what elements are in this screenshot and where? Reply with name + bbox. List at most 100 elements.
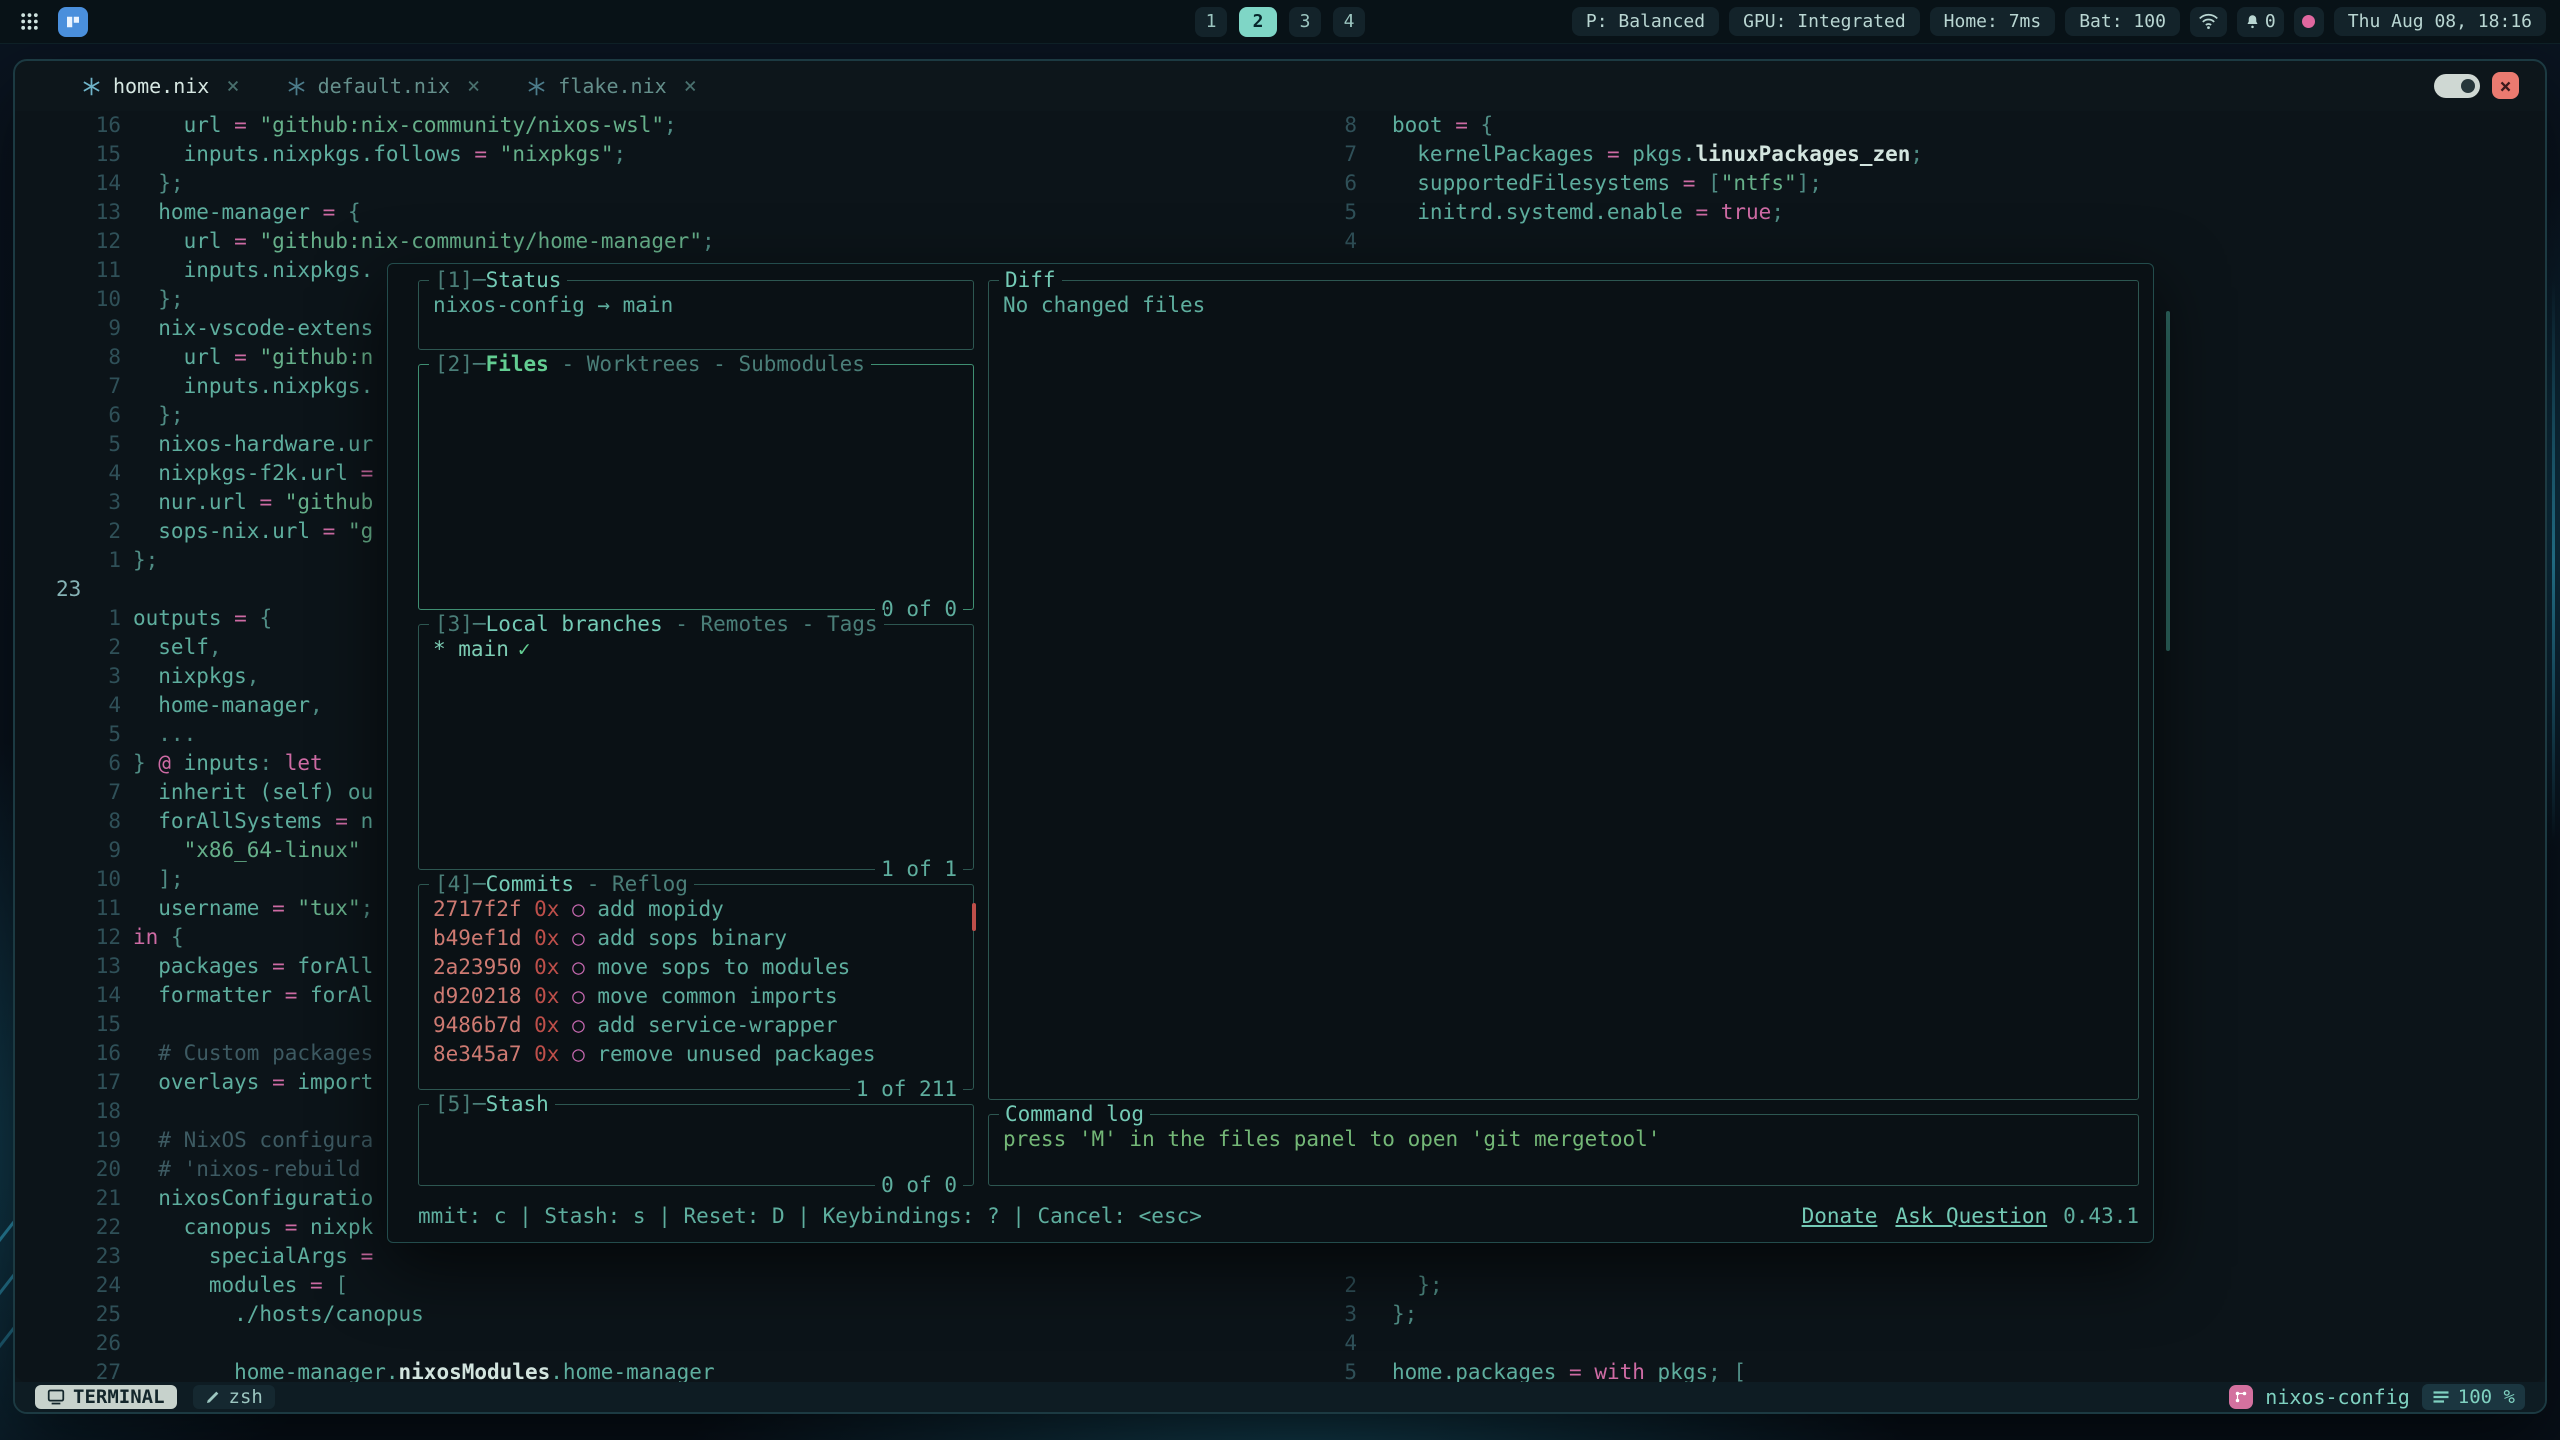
clock[interactable]: Thu Aug 08, 18:16	[2334, 7, 2546, 36]
percent-indicator[interactable]: 100 %	[2422, 1384, 2525, 1410]
code-text: sops-nix.url = "g	[121, 517, 373, 546]
panel-name: Local branches	[486, 612, 663, 636]
code-token: home-manager	[133, 200, 323, 224]
code-token: =	[361, 1244, 374, 1268]
line-number: 3	[43, 662, 121, 691]
module-battery[interactable]: Bat: 100	[2065, 7, 2180, 36]
workspace-3[interactable]: 3	[1289, 7, 1321, 37]
window-toggle-button[interactable]	[2434, 74, 2480, 98]
tab-close-icon[interactable]: ×	[684, 74, 697, 99]
line-number: 4	[43, 459, 121, 488]
screen-record-icon[interactable]	[2294, 7, 2324, 37]
window-close-button[interactable]: ×	[2492, 72, 2519, 99]
panel-title: [5]─Stash	[429, 1090, 555, 1119]
module-gpu[interactable]: GPU: Integrated	[1729, 7, 1920, 36]
ask-question-link[interactable]: Ask Question	[1895, 1204, 2047, 1228]
lazygit-popup: [1]─Status nixos-config → main [2]─Files…	[387, 263, 2154, 1243]
editor-scrollbar[interactable]	[2166, 311, 2170, 651]
commit-row[interactable]: b49ef1d 0x ○ add sops binary	[433, 924, 959, 953]
stash-panel[interactable]: [5]─Stash 0 of 0	[418, 1104, 974, 1186]
module-power-profile[interactable]: P: Balanced	[1572, 7, 1719, 36]
code-text: outputs = {	[121, 604, 272, 633]
code-token: nix-vscode-extens	[133, 316, 373, 340]
commit-row[interactable]: 9486b7d 0x ○ add service-wrapper	[433, 1011, 959, 1040]
zellij-mode-indicator[interactable]: TERMINAL	[35, 1385, 177, 1409]
code-text: boot = {	[1357, 111, 1493, 140]
line-number: 7	[43, 372, 121, 401]
tab-flake.nix[interactable]: flake.nix×	[526, 74, 697, 99]
code-text: ./hosts/canopus	[121, 1300, 424, 1329]
tab-default.nix[interactable]: default.nix×	[286, 74, 481, 99]
code-token: };	[133, 171, 184, 195]
code-text: } @ inputs: let	[121, 749, 323, 778]
line-number: 19	[43, 1126, 121, 1155]
code-token: inputs.nixpkgs.follows	[133, 142, 474, 166]
panel-subtitle: - Reflog	[574, 872, 688, 896]
panel-name: Command log	[1005, 1102, 1144, 1126]
app-badge-icon[interactable]	[58, 7, 88, 37]
line-number: 12	[43, 227, 121, 256]
workspace-1[interactable]: 1	[1195, 7, 1227, 37]
code-token: [	[1708, 171, 1721, 195]
commit-row[interactable]: 2a23950 0x ○ move sops to modules	[433, 953, 959, 982]
code-token: };	[133, 403, 184, 427]
branches-panel[interactable]: [3]─Local branches - Remotes - Tags * ma…	[418, 624, 974, 870]
diff-content: No changed files	[1003, 291, 2124, 320]
code-token: ;	[361, 896, 374, 920]
files-panel[interactable]: [2]─Files - Worktrees - Submodules 0 of …	[418, 364, 974, 610]
editor-tab-bar: home.nix× default.nix× flake.nix×	[15, 61, 2545, 111]
tab-home.nix[interactable]: home.nix×	[81, 74, 240, 99]
shell-tab[interactable]: zsh	[193, 1385, 275, 1409]
donate-link[interactable]: Donate	[1802, 1204, 1878, 1228]
code-token: @	[158, 751, 183, 775]
code-token: ...	[133, 722, 196, 746]
code-token: modules	[133, 1273, 310, 1297]
commit-row[interactable]: d920218 0x ○ move common imports	[433, 982, 959, 1011]
code-text: inherit (self) ou	[121, 778, 373, 807]
terminal-window: home.nix×default.nix×flake.nix× × 16 url…	[13, 59, 2547, 1414]
commit-message: add service-wrapper	[585, 1013, 838, 1037]
module-network-latency[interactable]: Home: 7ms	[1930, 7, 2056, 36]
tab-close-icon[interactable]: ×	[226, 74, 239, 99]
notifications-icon[interactable]: 0	[2237, 7, 2284, 37]
code-token: =	[1683, 171, 1708, 195]
line-number: 10	[43, 865, 121, 894]
code-text: nixpkgs,	[121, 662, 259, 691]
line-number: 8	[43, 807, 121, 836]
code-text: # Custom packages	[121, 1039, 373, 1068]
status-panel[interactable]: [1]─Status nixos-config → main	[418, 280, 974, 350]
diff-panel[interactable]: Diff No changed files	[988, 280, 2139, 1100]
code-token: =	[259, 490, 284, 514]
commit-row[interactable]: 2717f2f 0x ○ add mopidy	[433, 895, 959, 924]
commits-scrollbar[interactable]	[972, 903, 976, 931]
branch-row[interactable]: * main✓	[433, 635, 959, 664]
line-number: 24	[43, 1271, 121, 1300]
network-icon[interactable]	[2190, 7, 2227, 37]
record-dot-icon	[2302, 15, 2315, 28]
line-number: 5	[1315, 198, 1357, 227]
code-text: url = "github:nix-community/home-manager…	[121, 227, 715, 256]
code-text: home-manager,	[121, 691, 323, 720]
tab-close-icon[interactable]: ×	[467, 74, 480, 99]
line-number: 2	[43, 633, 121, 662]
commit-hash: 2717f2f	[433, 897, 522, 921]
code-token: "github:n	[259, 345, 373, 369]
session-icon[interactable]	[2229, 1385, 2253, 1409]
workspace-4[interactable]: 4	[1333, 7, 1365, 37]
commits-panel[interactable]: [4]─Commits - Reflog 2717f2f 0x ○ add mo…	[418, 884, 974, 1090]
code-token: =	[234, 229, 259, 253]
code-token: ;	[1771, 200, 1784, 224]
app-launcher-icon[interactable]	[14, 7, 44, 37]
commit-message: add sops binary	[585, 926, 787, 950]
code-token: {	[259, 606, 272, 630]
code-text: in {	[121, 923, 184, 952]
code-token: true	[1721, 200, 1772, 224]
code-token: =	[335, 809, 360, 833]
code-text: inputs.nixpkgs.	[121, 372, 373, 401]
line-number: 13	[43, 198, 121, 227]
line-number: 26	[43, 1329, 121, 1358]
code-token: =	[1607, 142, 1632, 166]
commit-row[interactable]: 8e345a7 0x ○ remove unused packages	[433, 1040, 959, 1069]
code-token: pkgs	[1658, 1360, 1709, 1384]
workspace-2[interactable]: 2	[1239, 7, 1277, 37]
